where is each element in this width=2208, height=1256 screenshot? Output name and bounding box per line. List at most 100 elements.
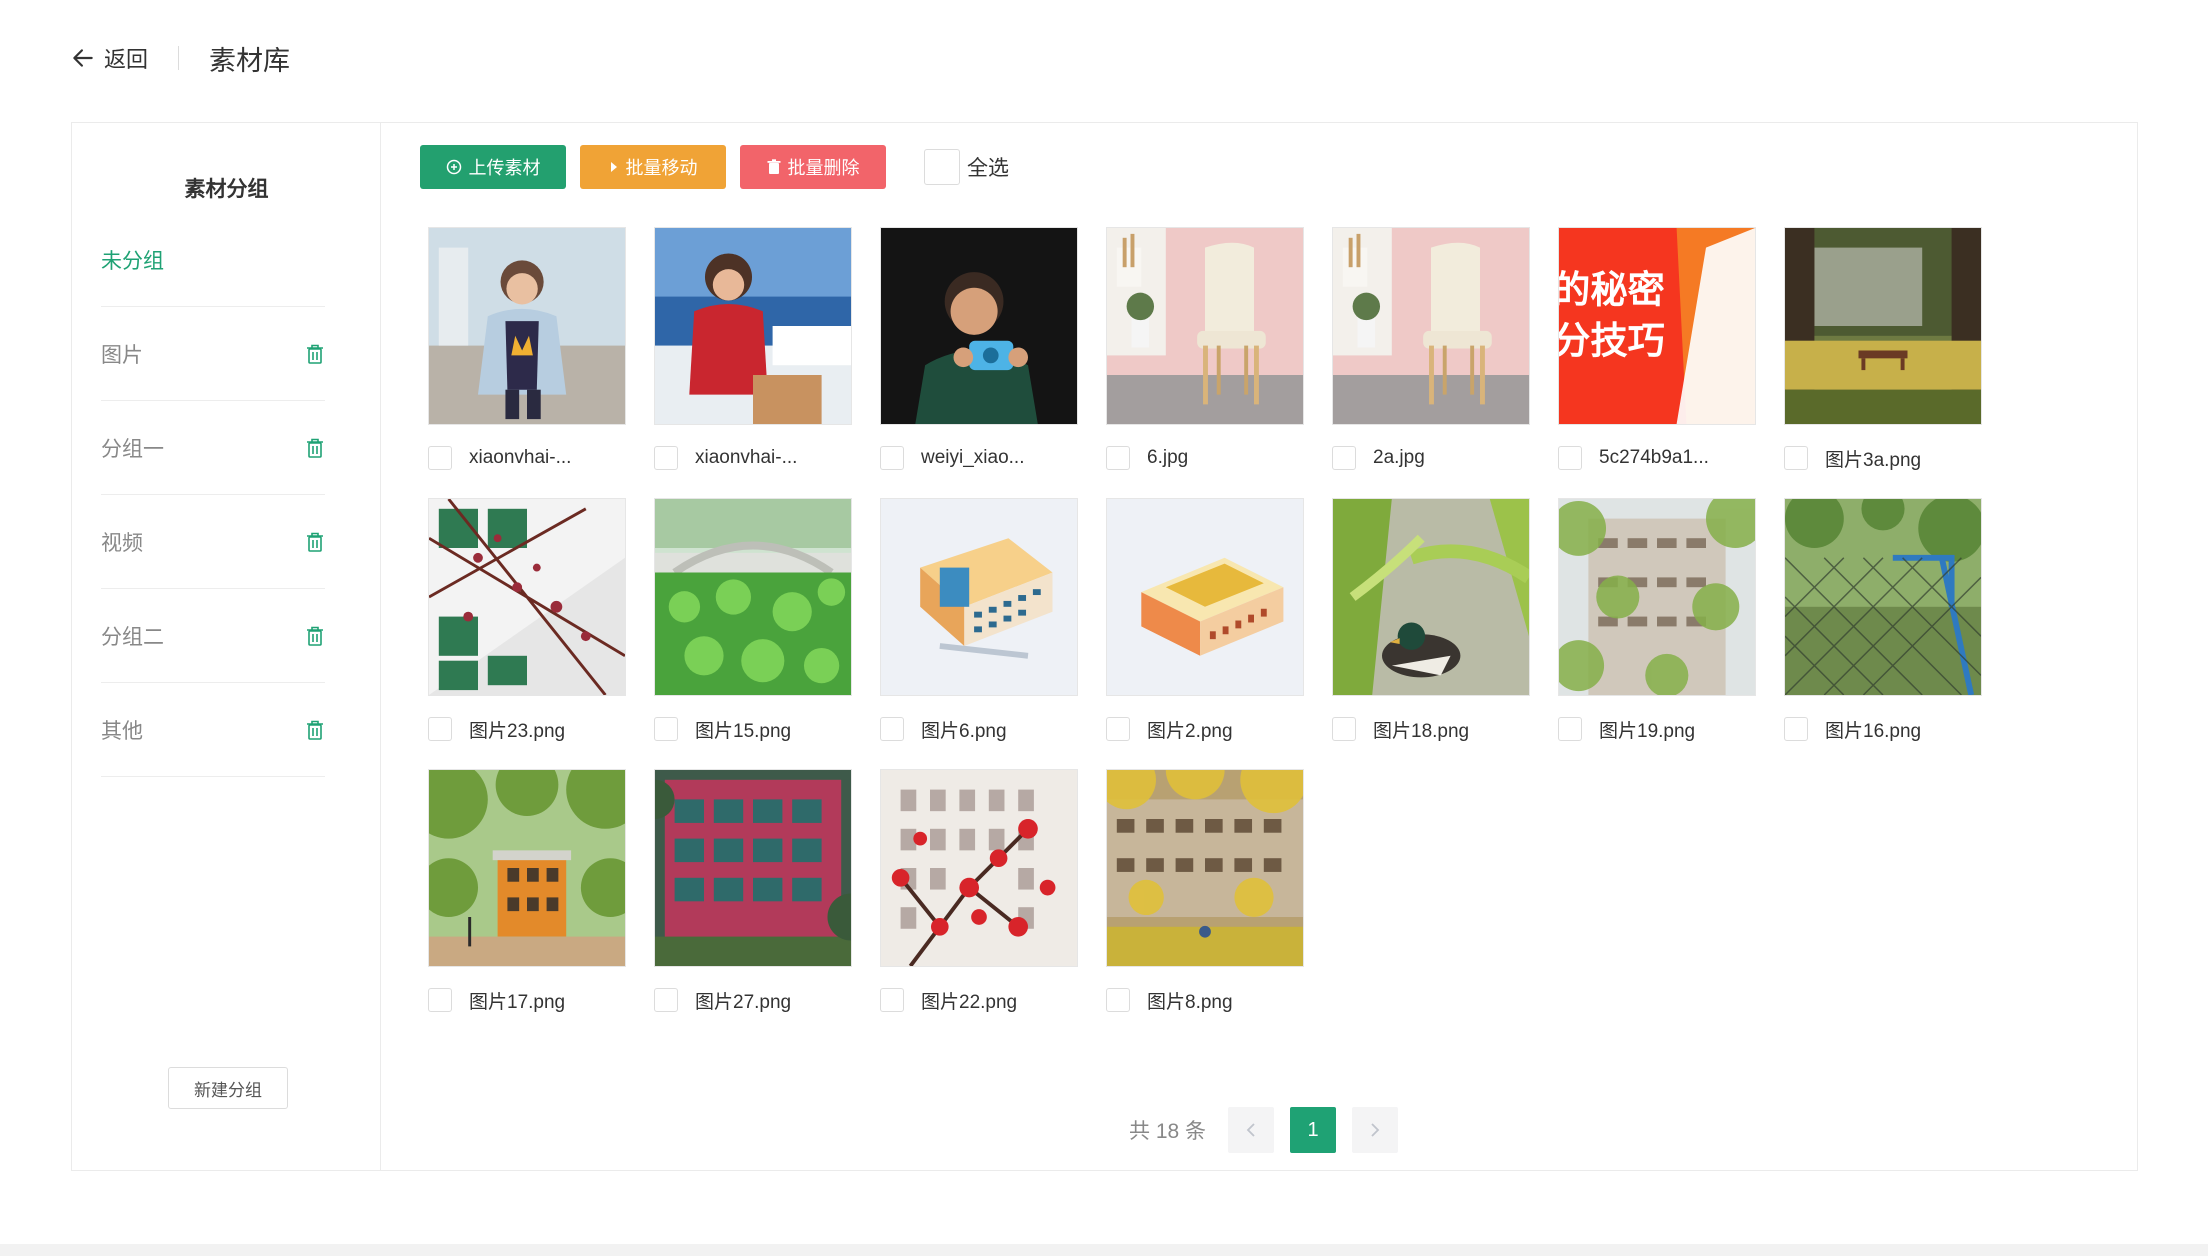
- select-all-label: 全选: [967, 157, 1009, 180]
- trash-icon[interactable]: [305, 531, 325, 553]
- material-checkbox[interactable]: [1106, 717, 1130, 741]
- group-item[interactable]: 其他: [101, 683, 325, 777]
- material-checkbox[interactable]: [428, 717, 452, 741]
- material-caption: 图片6.png: [880, 716, 1078, 742]
- material-thumbnail[interactable]: [428, 769, 626, 967]
- trash-icon[interactable]: [305, 719, 325, 741]
- new-group-button[interactable]: 新建分组: [168, 1067, 288, 1109]
- group-label: 未分组: [101, 250, 164, 273]
- material-image: [1107, 499, 1303, 695]
- group-item[interactable]: 图片: [101, 307, 325, 401]
- group-item[interactable]: 分组二: [101, 589, 325, 683]
- upload-label: 上传素材: [468, 158, 541, 178]
- material-image: [429, 770, 625, 966]
- material-checkbox[interactable]: [1784, 446, 1808, 470]
- material-thumbnail[interactable]: [654, 498, 852, 696]
- material-thumbnail[interactable]: [1784, 227, 1982, 425]
- material-filename: 图片19.png: [1599, 720, 1696, 742]
- select-all[interactable]: 全选: [924, 149, 1009, 185]
- material-checkbox[interactable]: [880, 988, 904, 1012]
- material-thumbnail[interactable]: [1106, 227, 1304, 425]
- material-checkbox[interactable]: [428, 988, 452, 1012]
- material-checkbox[interactable]: [1332, 446, 1356, 470]
- material-thumbnail[interactable]: [428, 227, 626, 425]
- group-item[interactable]: 视频: [101, 495, 325, 589]
- material-thumbnail[interactable]: [880, 227, 1078, 425]
- material-filename: 2a.jpg: [1373, 447, 1425, 468]
- material-checkbox[interactable]: [1558, 717, 1582, 741]
- material-card: 的秘密 分技巧 5c274b9a1...: [1558, 227, 1756, 498]
- material-thumbnail[interactable]: [1106, 769, 1304, 967]
- material-thumbnail[interactable]: [428, 498, 626, 696]
- material-thumbnail[interactable]: 的秘密 分技巧: [1558, 227, 1756, 425]
- back-button[interactable]: 返回: [70, 42, 148, 74]
- material-filename: 图片22.png: [921, 991, 1018, 1013]
- material-image: [655, 770, 851, 966]
- material-thumbnail[interactable]: [880, 498, 1078, 696]
- group-label: 分组二: [101, 625, 164, 649]
- material-thumbnail[interactable]: [1558, 498, 1756, 696]
- trash-icon: [767, 159, 780, 174]
- batch-delete-button[interactable]: 批量删除: [740, 145, 886, 189]
- material-thumbnail[interactable]: [1784, 498, 1982, 696]
- chevron-left-icon: [1246, 1123, 1255, 1137]
- material-filename: 图片15.png: [695, 720, 792, 742]
- material-thumbnail[interactable]: [1332, 227, 1530, 425]
- material-checkbox[interactable]: [1558, 446, 1582, 470]
- trash-icon[interactable]: [305, 437, 325, 459]
- material-checkbox[interactable]: [1784, 717, 1808, 741]
- material-image: 的秘密分技巧: [1559, 228, 1755, 424]
- material-image: [1333, 499, 1529, 695]
- material-checkbox[interactable]: [1332, 717, 1356, 741]
- material-card: 图片27.png: [654, 769, 852, 1040]
- material-checkbox[interactable]: [654, 988, 678, 1012]
- group-label: 其他: [101, 719, 143, 743]
- pagination: 共 18 条 1: [1129, 1107, 1399, 1153]
- svg-text:的秘密: 的秘密: [1559, 267, 1665, 311]
- material-card: 图片3a.png: [1784, 227, 1982, 498]
- group-item[interactable]: 未分组: [101, 241, 325, 307]
- page-number-current[interactable]: 1: [1290, 1107, 1337, 1153]
- trash-icon[interactable]: [305, 343, 325, 365]
- select-all-checkbox[interactable]: [924, 149, 960, 185]
- material-image: [881, 499, 1077, 695]
- material-card: 图片22.png: [880, 769, 1078, 1040]
- group-item[interactable]: 分组一: [101, 401, 325, 495]
- header-divider: [178, 46, 180, 70]
- material-filename: 图片6.png: [921, 720, 1007, 742]
- material-thumbnail[interactable]: [654, 769, 852, 967]
- material-filename: xiaonvhai-...: [695, 447, 798, 468]
- material-checkbox[interactable]: [880, 446, 904, 470]
- upload-button[interactable]: 上传素材: [420, 145, 566, 189]
- page-header: 返回 素材库: [70, 40, 290, 76]
- trash-icon[interactable]: [305, 625, 325, 647]
- material-card: 图片19.png: [1558, 498, 1756, 769]
- material-checkbox[interactable]: [1106, 446, 1130, 470]
- toolbar: 上传素材 批量移动 批量删除 全选: [420, 145, 1009, 189]
- material-image: [1107, 770, 1303, 966]
- material-checkbox[interactable]: [1106, 988, 1130, 1012]
- material-checkbox[interactable]: [880, 717, 904, 741]
- material-caption: 图片22.png: [880, 987, 1078, 1013]
- prev-page-button[interactable]: [1228, 1107, 1275, 1153]
- material-checkbox[interactable]: [654, 446, 678, 470]
- material-thumbnail[interactable]: [1106, 498, 1304, 696]
- group-sidebar: 素材分组 未分组 图片 分组一 视频 分组二 其他 新建分组: [72, 123, 381, 1170]
- material-filename: 图片23.png: [469, 720, 566, 742]
- material-thumbnail[interactable]: [654, 227, 852, 425]
- next-page-button[interactable]: [1352, 1107, 1399, 1153]
- batch-move-button[interactable]: 批量移动: [580, 145, 726, 189]
- arrow-left-icon: [73, 49, 93, 67]
- material-checkbox[interactable]: [654, 717, 678, 741]
- group-label: 图片: [101, 343, 143, 367]
- material-caption: 图片23.png: [428, 716, 626, 742]
- material-card: 图片2.png: [1106, 498, 1304, 769]
- material-thumbnail[interactable]: [1332, 498, 1530, 696]
- material-filename: 6.jpg: [1147, 447, 1189, 468]
- back-label: 返回: [104, 47, 149, 72]
- material-caption: 5c274b9a1...: [1558, 445, 1756, 471]
- material-thumbnail[interactable]: [880, 769, 1078, 967]
- material-image: [1785, 228, 1981, 424]
- material-card: 图片18.png: [1332, 498, 1530, 769]
- material-checkbox[interactable]: [428, 446, 452, 470]
